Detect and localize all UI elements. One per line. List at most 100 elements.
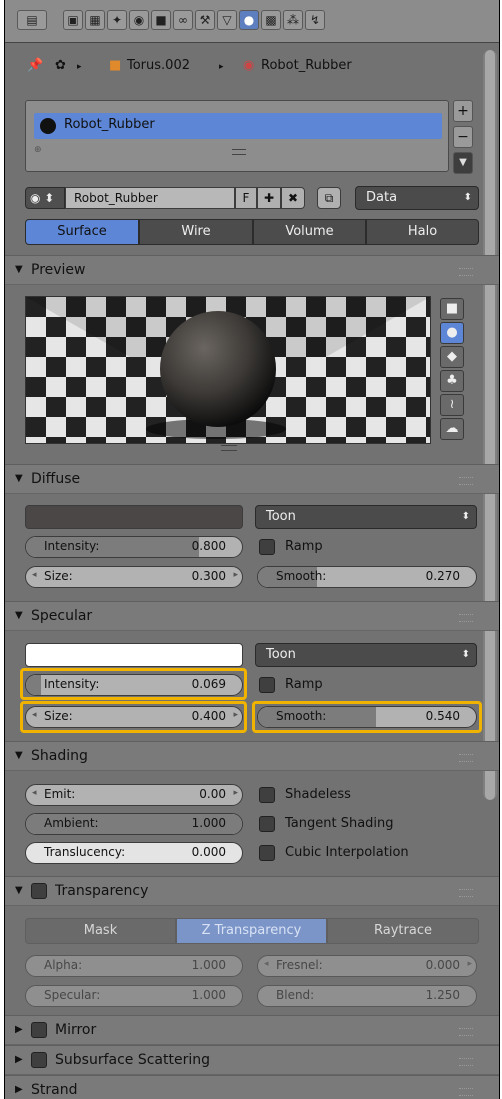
strand-panel-header[interactable]: ▶ Strand — [5, 1075, 499, 1099]
panel-grip-icon[interactable] — [459, 1058, 473, 1066]
slider-value: 1.000 — [191, 816, 226, 830]
unlink-material-button[interactable]: ✖ — [281, 187, 305, 209]
increment-arrow-icon[interactable]: ▸ — [233, 788, 238, 798]
preview-panel-header[interactable]: ▼ Preview — [5, 255, 499, 285]
preview-panel-title: Preview — [31, 262, 86, 278]
constraints-context-icon[interactable]: ∞ — [173, 10, 193, 30]
cubic-interpolation-checkbox[interactable] — [259, 845, 275, 861]
translucency-slider[interactable]: Translucency: 0.000 — [25, 842, 243, 864]
material-browse-button[interactable]: ◉ ⬍ — [25, 187, 65, 209]
shadeless-checkbox[interactable] — [259, 787, 275, 803]
specular-ramp-label: Ramp — [285, 677, 323, 692]
transparency-panel-header[interactable]: ▼ Transparency — [5, 876, 499, 906]
specular-ramp-checkbox[interactable] — [259, 677, 275, 693]
editor-type-icon[interactable]: ▤ — [17, 10, 47, 30]
collapse-arrow-icon: ▼ — [15, 885, 23, 896]
preview-cube-button[interactable]: ◆ — [440, 346, 464, 368]
increment-arrow-icon[interactable]: ▸ — [467, 959, 472, 969]
specular-color-swatch[interactable] — [25, 643, 243, 667]
link-dropdown[interactable]: Data ⬍ — [355, 186, 479, 210]
tab-halo[interactable]: Halo — [366, 219, 479, 245]
particles-context-icon[interactable]: ⁂ — [283, 10, 303, 30]
diffuse-color-swatch[interactable] — [25, 505, 243, 529]
panel-grip-icon[interactable] — [459, 268, 473, 276]
object-context-icon[interactable]: ■ — [151, 10, 171, 30]
strand-panel-title: Strand — [31, 1082, 78, 1098]
mirror-enable-checkbox[interactable] — [31, 1022, 47, 1038]
pin-icon[interactable]: 📌 — [27, 58, 43, 73]
highlight-box — [20, 701, 247, 733]
list-filter-icon[interactable]: ⊕ — [34, 145, 42, 155]
collapse-arrow-icon: ▼ — [15, 610, 23, 621]
preview-monkey-button[interactable]: ♣ — [440, 370, 464, 392]
world-context-icon[interactable]: ◉ — [129, 10, 149, 30]
mode-raytrace[interactable]: Raytrace — [327, 918, 479, 944]
decrement-arrow-icon[interactable]: ◂ — [32, 570, 37, 580]
panel-grip-icon[interactable] — [459, 1028, 473, 1036]
data-context-icon[interactable]: ▽ — [217, 10, 237, 30]
specular-alpha-slider[interactable]: Specular: 1.000 — [25, 985, 243, 1007]
ambient-slider[interactable]: Ambient: 1.000 — [25, 813, 243, 835]
shading-panel-header[interactable]: ▼ Shading — [5, 741, 499, 771]
material-slot-row[interactable]: Robot_Rubber — [34, 113, 442, 139]
remove-slot-button[interactable]: − — [453, 126, 473, 148]
render-context-icon[interactable]: ▣ — [63, 10, 83, 30]
list-resize-handle[interactable] — [232, 149, 246, 155]
material-context-icon[interactable]: ● — [239, 10, 259, 30]
tangent-shading-checkbox[interactable] — [259, 816, 275, 832]
texture-context-icon[interactable]: ▩ — [261, 10, 281, 30]
fresnel-field[interactable]: ◂ Fresnel: 0.000 ▸ — [257, 955, 477, 977]
preview-resize-handle[interactable] — [221, 445, 237, 451]
specular-panel-header[interactable]: ▼ Specular — [5, 601, 499, 631]
preview-sphere-button[interactable]: ● — [440, 322, 464, 344]
panel-grip-icon[interactable] — [459, 477, 473, 485]
scrollbar[interactable] — [483, 50, 497, 800]
decrement-arrow-icon[interactable]: ◂ — [32, 788, 37, 798]
add-slot-button[interactable]: + — [453, 100, 473, 122]
scrollbar-thumb[interactable] — [485, 50, 495, 800]
diffuse-panel-header[interactable]: ▼ Diffuse — [5, 464, 499, 494]
decrement-arrow-icon[interactable]: ◂ — [264, 959, 269, 969]
panel-grip-icon[interactable] — [459, 614, 473, 622]
transparency-enable-checkbox[interactable] — [31, 883, 47, 899]
increment-arrow-icon[interactable]: ▸ — [233, 570, 238, 580]
alpha-slider[interactable]: Alpha: 1.000 — [25, 955, 243, 977]
sss-enable-checkbox[interactable] — [31, 1052, 47, 1068]
slider-label: Emit: — [44, 787, 76, 801]
slider-label: Smooth: — [276, 569, 327, 583]
node-toggle-icon[interactable]: ⧉ — [317, 187, 341, 209]
blend-slider[interactable]: Blend: 1.250 — [257, 985, 477, 1007]
slot-specials-button[interactable]: ▼ — [453, 152, 473, 174]
physics-context-icon[interactable]: ↯ — [305, 10, 325, 30]
emit-field[interactable]: ◂ Emit: 0.00 ▸ — [25, 784, 243, 806]
panel-grip-icon[interactable] — [459, 889, 473, 897]
tab-wire[interactable]: Wire — [139, 219, 253, 245]
modifiers-context-icon[interactable]: ⚒ — [195, 10, 215, 30]
panel-grip-icon[interactable] — [459, 754, 473, 762]
slider-value: 0.270 — [425, 569, 460, 583]
panel-grip-icon[interactable] — [459, 1088, 473, 1096]
specular-shader-dropdown[interactable]: Toon ⬍ — [255, 643, 477, 667]
diffuse-shader-dropdown[interactable]: Toon ⬍ — [255, 505, 477, 529]
preview-sky-button[interactable]: ☁ — [440, 418, 464, 440]
sss-panel-header[interactable]: ▶ Subsurface Scattering — [5, 1045, 499, 1075]
diffuse-panel-title: Diffuse — [31, 471, 81, 487]
material-name-field[interactable]: Robot_Rubber — [65, 187, 235, 209]
mode-mask[interactable]: Mask — [25, 918, 176, 944]
tab-volume[interactable]: Volume — [253, 219, 366, 245]
new-material-button[interactable]: ✚ — [257, 187, 281, 209]
diffuse-ramp-checkbox[interactable] — [259, 539, 275, 555]
fake-user-button[interactable]: F — [235, 187, 257, 209]
updown-arrow-icon: ⬍ — [463, 192, 472, 203]
preview-hair-button[interactable]: ≀ — [440, 394, 464, 416]
diffuse-intensity-slider[interactable]: Intensity: 0.800 — [25, 536, 243, 558]
mirror-panel-header[interactable]: ▶ Mirror — [5, 1015, 499, 1045]
diffuse-smooth-slider[interactable]: Smooth: 0.270 — [257, 566, 477, 588]
mode-z-transparency[interactable]: Z Transparency — [176, 918, 327, 944]
tab-surface[interactable]: Surface — [25, 219, 139, 245]
diffuse-size-field[interactable]: ◂ Size: 0.300 ▸ — [25, 566, 243, 588]
scene-context-icon[interactable]: ✦ — [107, 10, 127, 30]
preview-flat-button[interactable]: ■ — [440, 298, 464, 320]
render-layers-icon[interactable]: ▦ — [85, 10, 105, 30]
shadeless-label: Shadeless — [285, 787, 351, 802]
